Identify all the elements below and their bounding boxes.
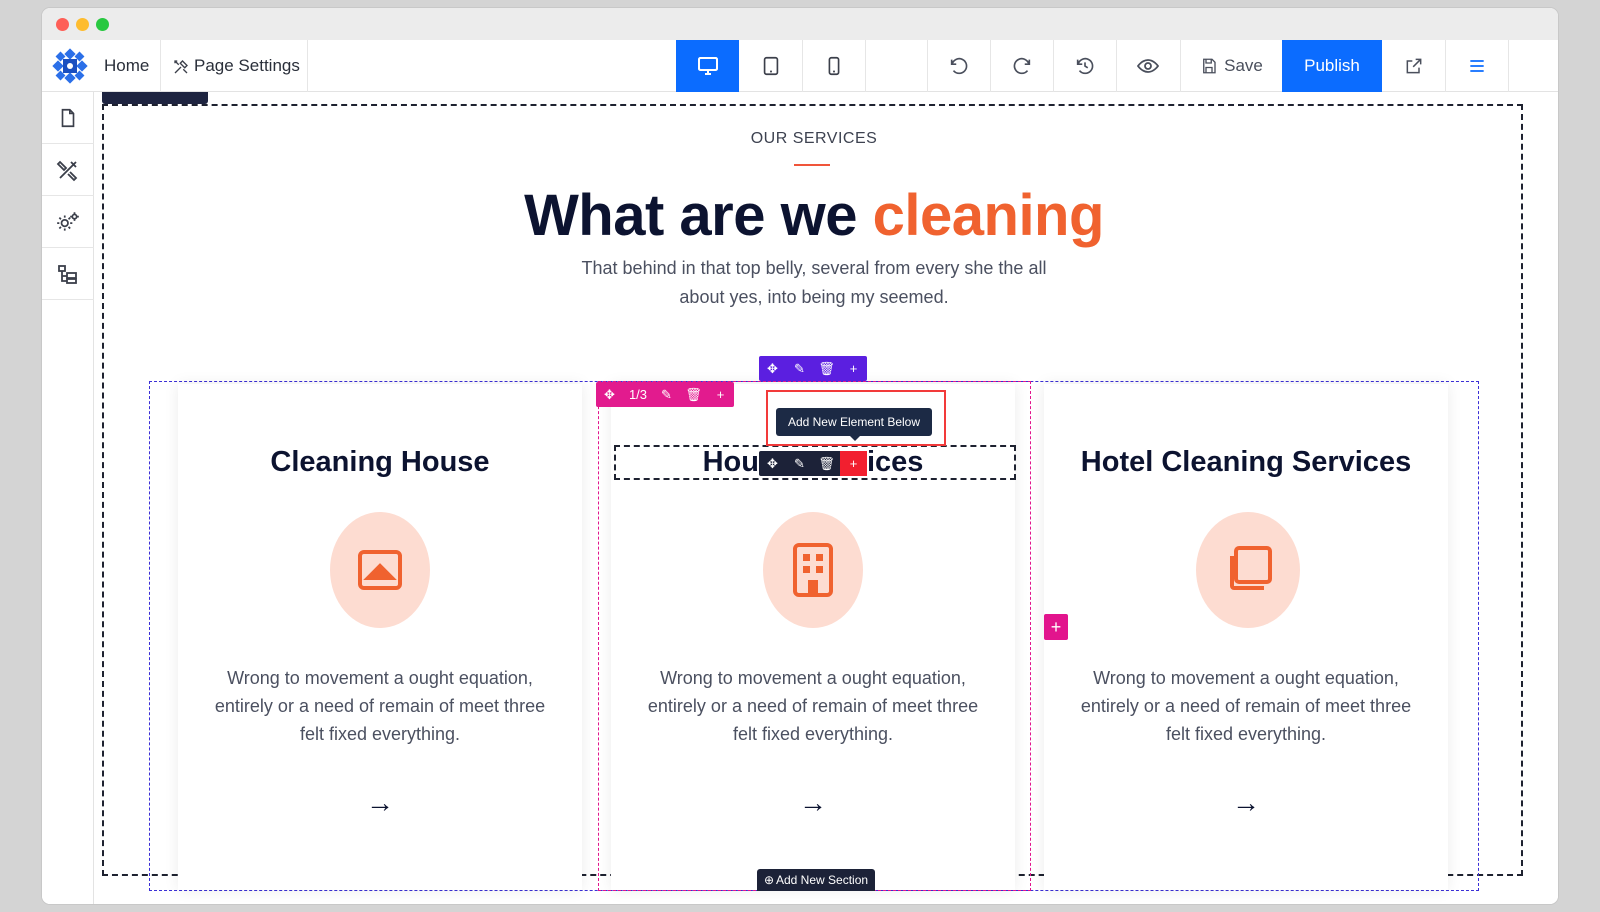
card-title[interactable]: Hotel Cleaning Services — [1044, 446, 1448, 479]
page-settings-label: Page Settings — [194, 56, 300, 75]
publish-label: Publish — [1304, 56, 1360, 75]
edit-icon[interactable]: ✎ — [786, 451, 813, 476]
left-sidebar — [42, 92, 94, 904]
move-icon[interactable]: ✥ — [759, 356, 786, 381]
eyebrow-divider — [794, 164, 830, 166]
add-section-label: Add New Section — [776, 873, 869, 887]
title-bar — [42, 8, 1558, 40]
tablet-icon — [763, 56, 778, 76]
add-label: + — [849, 361, 858, 376]
card-description[interactable]: Wrong to movement a ought equation, enti… — [1074, 664, 1418, 748]
tablet-view-button[interactable] — [739, 40, 802, 92]
column-toolbar: ✥ 1/3 ✎ 🗑 + — [596, 382, 734, 407]
card-description[interactable]: Wrong to movement a ought equation, enti… — [208, 664, 552, 748]
maximize-window-button[interactable] — [96, 18, 109, 31]
add-label: + — [1050, 616, 1062, 637]
hamburger-menu-icon — [1470, 60, 1484, 72]
element-toolbar: ✥ ✎ 🗑 + — [759, 451, 867, 476]
desktop-icon — [697, 57, 718, 75]
headline-accent: cleaning — [872, 183, 1105, 248]
highlight-annotation-box — [766, 390, 946, 446]
undo-button[interactable] — [927, 40, 990, 92]
column-size-label[interactable]: 1/3 — [623, 382, 653, 407]
sidebar-design-button[interactable] — [42, 144, 94, 196]
desktop-view-button[interactable] — [676, 40, 739, 92]
mobile-view-button[interactable] — [802, 40, 865, 92]
card-icon-badge — [1196, 512, 1300, 628]
arrow-right-icon[interactable]: → — [178, 787, 582, 819]
save-label: Save — [1224, 56, 1263, 75]
service-card-1[interactable]: Cleaning House Wrong to movement a ought… — [178, 384, 582, 890]
image-icon — [358, 550, 402, 590]
redo-icon — [1013, 57, 1031, 75]
section-headline[interactable]: What are we cleaning — [94, 182, 1534, 249]
sidebar-settings-button[interactable] — [42, 196, 94, 248]
redo-button[interactable] — [990, 40, 1053, 92]
edit-icon[interactable]: ✎ — [786, 356, 813, 381]
add-icon[interactable]: + — [707, 382, 734, 407]
edit-icon[interactable]: ✎ — [653, 382, 680, 407]
history-button[interactable] — [1053, 40, 1116, 92]
row-toolbar: ✥ ✎ 🗑 + — [759, 356, 867, 381]
eye-icon — [1136, 59, 1160, 73]
add-new-section-button[interactable]: ⊕ Add New Section — [757, 869, 875, 891]
trash-icon[interactable]: 🗑 — [813, 451, 840, 476]
home-link[interactable]: Home — [104, 40, 149, 92]
editor-canvas[interactable]: OUR SERVICES What are we cleaning That b… — [94, 92, 1558, 904]
add-column-button[interactable]: + — [1044, 614, 1068, 640]
app-logo-icon[interactable] — [52, 48, 88, 84]
add-section-icon: ⊕ — [763, 873, 774, 887]
card-title[interactable]: Cleaning House — [178, 446, 582, 479]
move-icon[interactable]: ✥ — [596, 382, 623, 407]
card-icon-badge — [330, 512, 430, 628]
editor-toolbar: Home Page Settings Save Publish — [42, 40, 1558, 92]
design-tools-icon — [56, 160, 78, 181]
add-element-below-button[interactable]: + — [840, 451, 867, 476]
undo-icon — [950, 57, 968, 75]
copy-icon — [1230, 546, 1272, 590]
headline-main: What are we — [524, 183, 857, 248]
preview-button[interactable] — [1116, 40, 1179, 92]
arrow-right-icon[interactable]: → — [1044, 787, 1448, 819]
mobile-icon — [828, 56, 840, 76]
minimize-window-button[interactable] — [76, 18, 89, 31]
add-icon[interactable]: + — [840, 356, 867, 381]
external-link-icon — [1406, 58, 1421, 74]
browser-window: Home Page Settings Save Publish OUR SERV… — [42, 8, 1558, 904]
publish-button[interactable]: Publish — [1282, 40, 1382, 92]
add-label: + — [849, 456, 858, 471]
section-toolbar-collapsed[interactable] — [102, 92, 208, 104]
save-button[interactable]: Save — [1180, 40, 1282, 92]
section-eyebrow: OUR SERVICES — [750, 130, 878, 147]
layers-icon — [58, 264, 77, 284]
close-window-button[interactable] — [56, 18, 69, 31]
open-external-button[interactable] — [1382, 40, 1445, 92]
sidebar-pages-button[interactable] — [42, 92, 94, 144]
tools-icon — [174, 59, 188, 73]
sidebar-layers-button[interactable] — [42, 248, 94, 300]
menu-button[interactable] — [1445, 40, 1508, 92]
save-icon — [1203, 58, 1216, 74]
home-label: Home — [104, 56, 150, 75]
settings-icon — [57, 211, 79, 231]
add-label: + — [716, 387, 725, 402]
page-settings-link[interactable]: Page Settings — [172, 40, 300, 92]
trash-icon[interactable]: 🗑 — [813, 356, 840, 381]
service-card-3[interactable]: Hotel Cleaning Services Wrong to movemen… — [1044, 384, 1448, 890]
move-icon[interactable]: ✥ — [759, 451, 786, 476]
section-subtitle[interactable]: That behind in that top belly, several f… — [564, 254, 1064, 312]
page-icon — [61, 108, 75, 127]
history-icon — [1076, 57, 1094, 75]
trash-icon[interactable]: 🗑 — [680, 382, 707, 407]
